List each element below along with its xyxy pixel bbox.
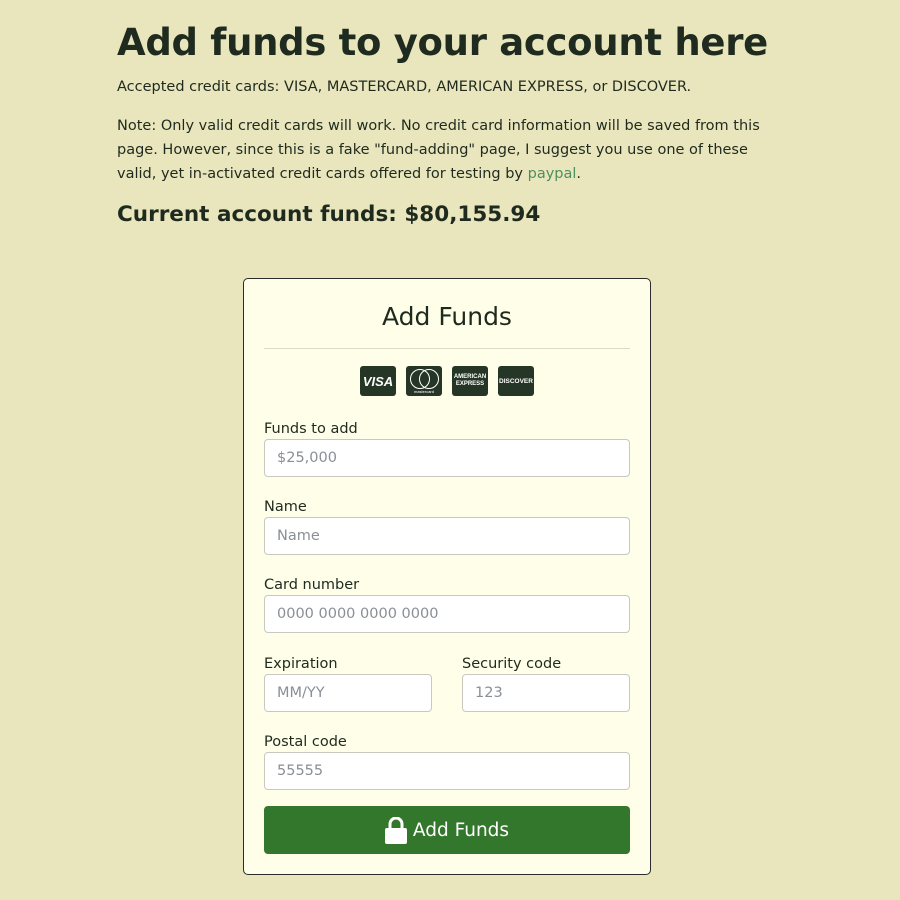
funds-field: Funds to add bbox=[264, 419, 630, 477]
credit-card-icons: VISA mastercard AMERICAN EXPRESS DISCOVE… bbox=[264, 366, 630, 396]
paypal-link[interactable]: paypal bbox=[528, 166, 577, 182]
expiration-label: Expiration bbox=[264, 656, 338, 672]
add-funds-card: Add Funds VISA mastercard AMERICAN EXPRE… bbox=[243, 278, 651, 875]
postal-code-field: Postal code bbox=[264, 732, 630, 790]
security-code-label: Security code bbox=[462, 656, 562, 672]
postal-code-label: Postal code bbox=[264, 734, 347, 750]
name-label: Name bbox=[264, 499, 307, 515]
security-code-input[interactable] bbox=[462, 674, 630, 712]
name-field: Name bbox=[264, 497, 630, 555]
card-title: Add Funds bbox=[382, 302, 512, 331]
note-body: Note: Only valid credit cards will work.… bbox=[117, 118, 760, 182]
mastercard-icon: mastercard bbox=[406, 366, 442, 396]
expiration-input[interactable] bbox=[264, 674, 432, 712]
page-title: Add funds to your account here bbox=[117, 21, 768, 64]
divider bbox=[264, 348, 630, 349]
card-number-field: Card number bbox=[264, 575, 630, 633]
card-number-input[interactable] bbox=[264, 595, 630, 633]
discover-icon: DISCOVER bbox=[498, 366, 534, 396]
name-input[interactable] bbox=[264, 517, 630, 555]
mastercard-text: mastercard bbox=[413, 389, 434, 394]
add-funds-button[interactable]: Add Funds bbox=[264, 806, 630, 854]
security-code-field: Security code bbox=[462, 654, 630, 712]
note-end: . bbox=[576, 166, 582, 182]
visa-icon: VISA bbox=[360, 366, 396, 396]
expiration-field: Expiration bbox=[264, 654, 432, 712]
current-funds: Current account funds: $80,155.94 bbox=[117, 202, 541, 227]
page-header: Add funds to your account here Accepted … bbox=[117, 0, 777, 230]
card-number-label: Card number bbox=[264, 577, 360, 593]
add-funds-button-label: Add Funds bbox=[412, 819, 510, 841]
funds-label: Funds to add bbox=[264, 421, 358, 437]
funds-input[interactable] bbox=[264, 439, 630, 477]
amex-icon: AMERICAN EXPRESS bbox=[452, 366, 488, 396]
accepted-cards-text: Accepted credit cards: VISA, MASTERCARD,… bbox=[117, 79, 692, 95]
expiration-security-row: Expiration Security code bbox=[264, 654, 630, 712]
note-text: Note: Only valid credit cards will work.… bbox=[117, 114, 777, 186]
postal-code-input[interactable] bbox=[264, 752, 630, 790]
lock-icon bbox=[384, 816, 407, 844]
